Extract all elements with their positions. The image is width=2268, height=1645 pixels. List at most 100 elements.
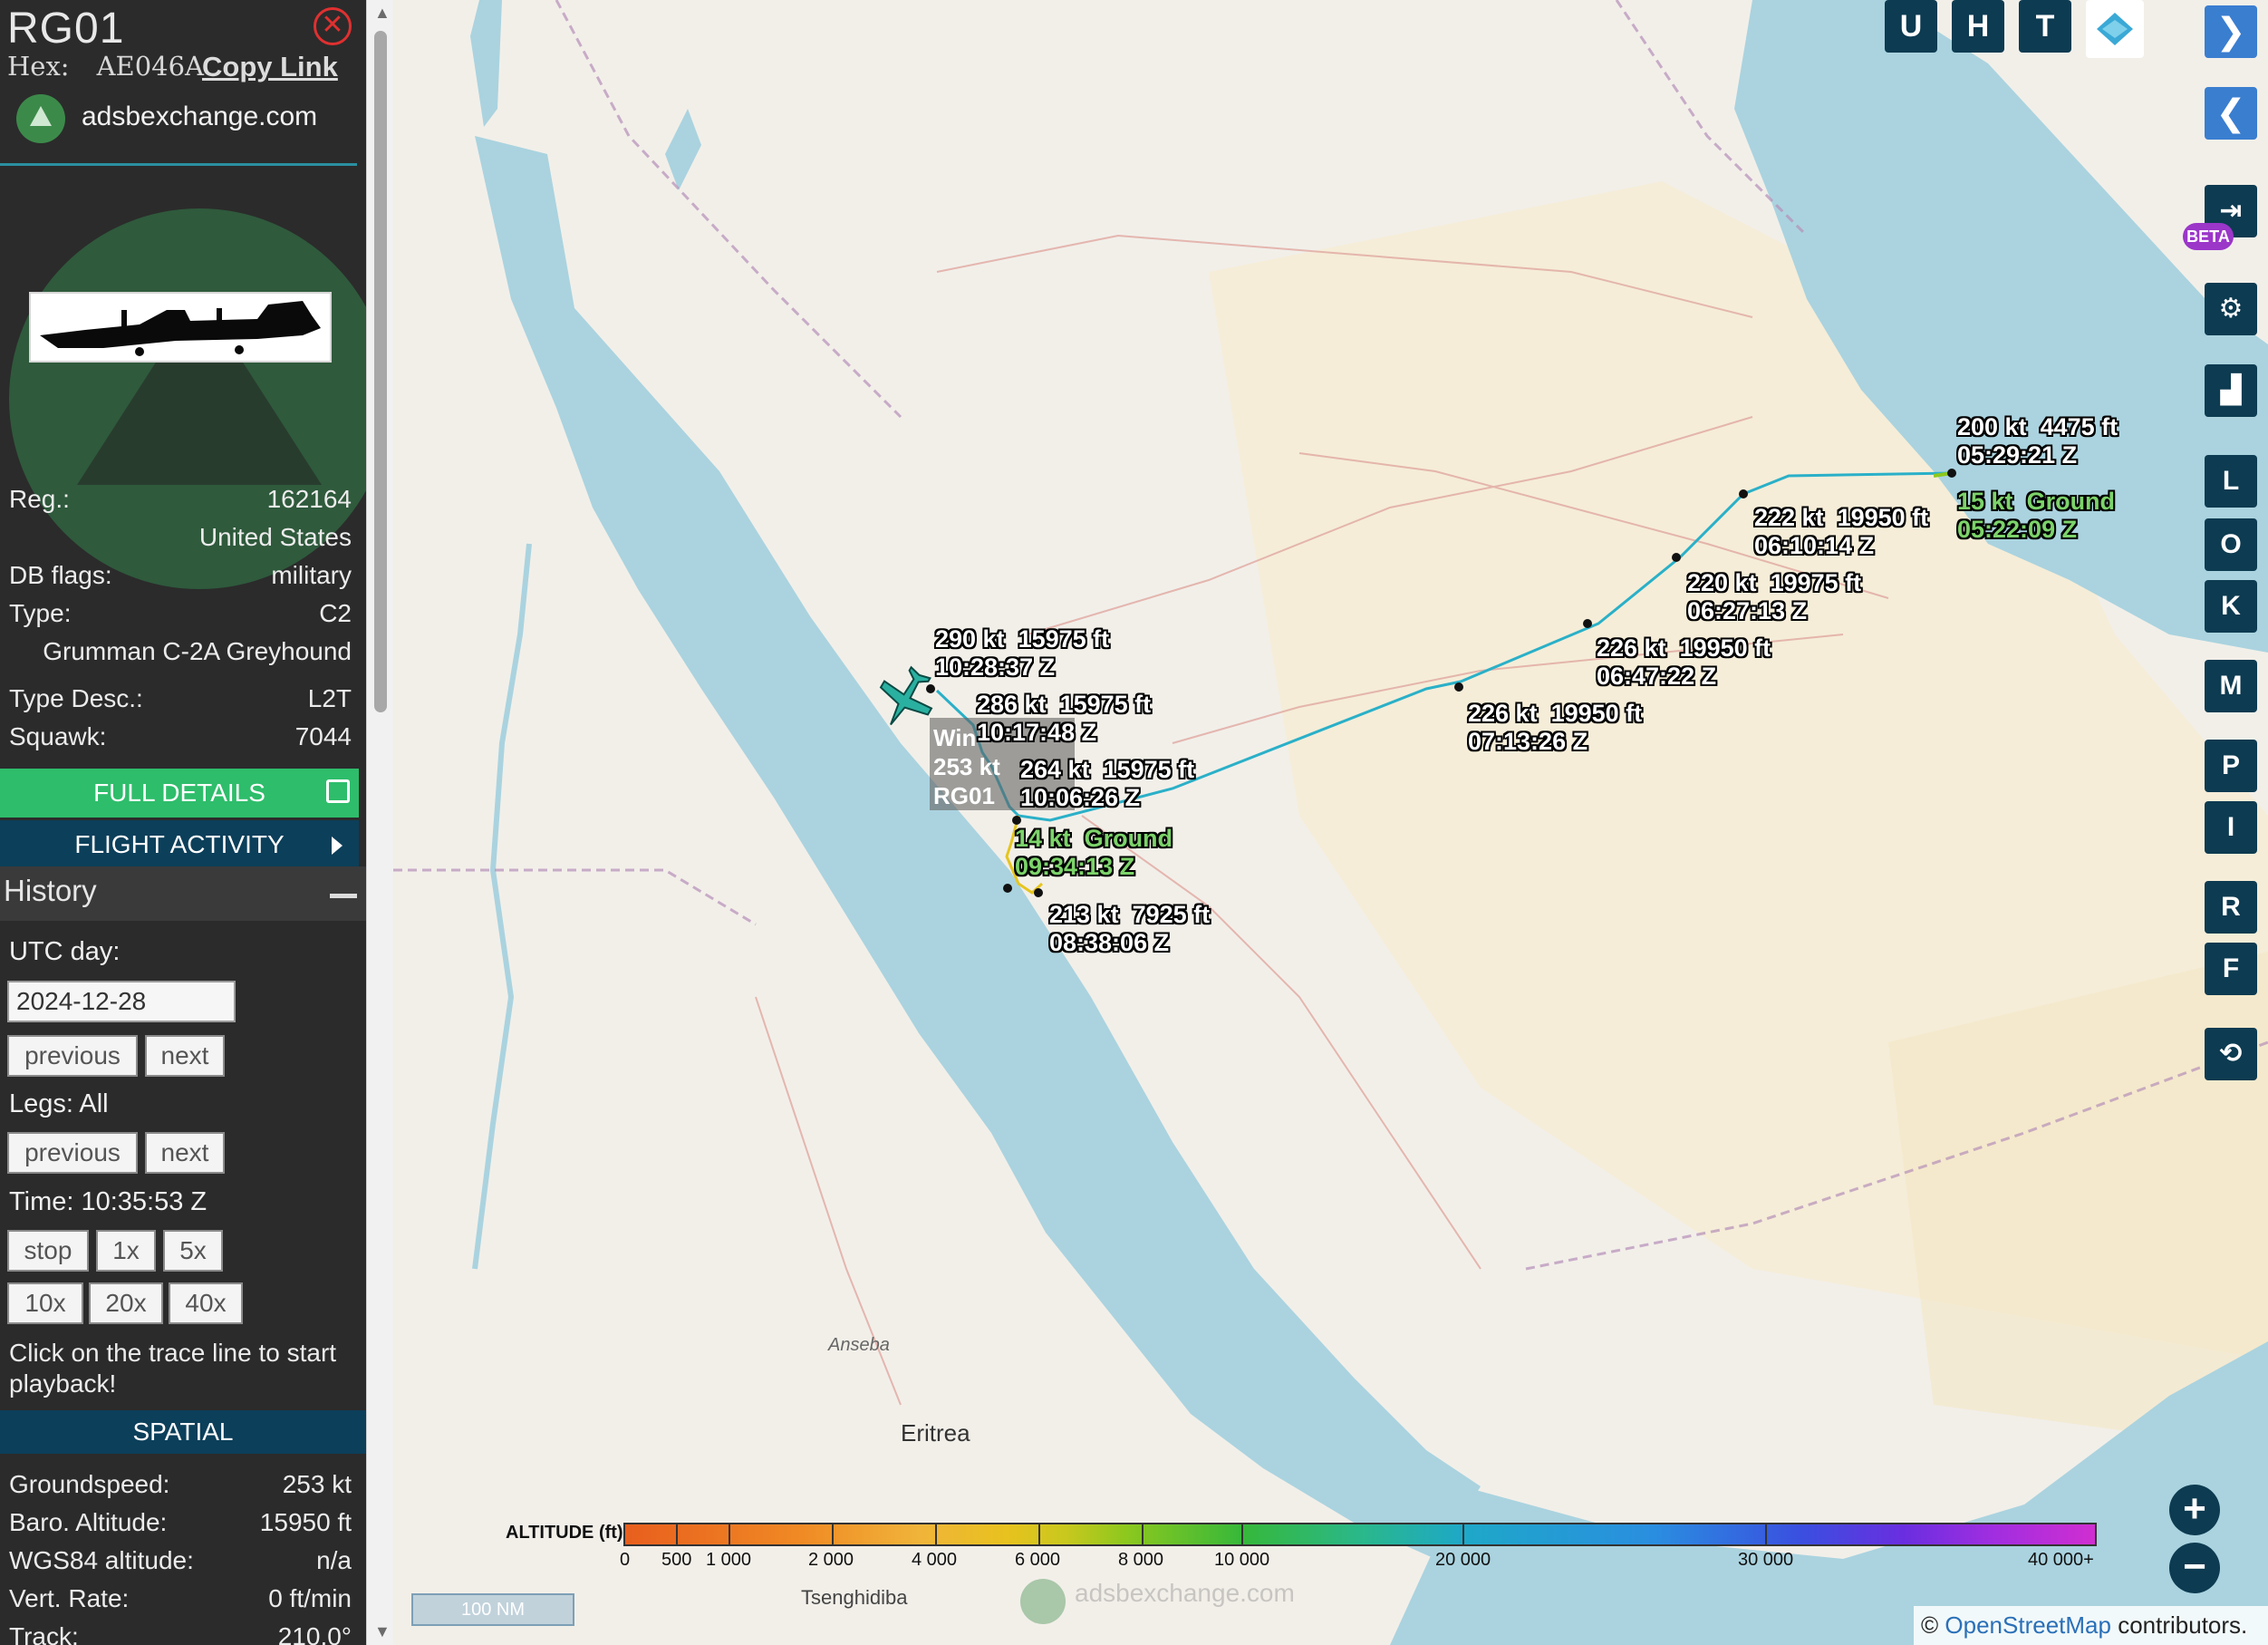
side-button-k[interactable]: K bbox=[2205, 580, 2257, 633]
openstreetmap-link[interactable]: OpenStreetMap bbox=[1945, 1611, 2111, 1639]
speed-1x-button[interactable]: 1x bbox=[96, 1230, 156, 1272]
side-button-l[interactable]: L bbox=[2205, 455, 2257, 508]
zoom-in-button[interactable]: + bbox=[2169, 1485, 2220, 1535]
type-label: Type: bbox=[9, 599, 72, 627]
scrollbar-thumb[interactable] bbox=[374, 31, 387, 712]
legend-tick bbox=[1038, 1523, 1040, 1546]
side-button-r[interactable]: R bbox=[2205, 881, 2257, 934]
expand-right-button[interactable]: ❯ bbox=[2205, 5, 2257, 58]
h-button[interactable]: H bbox=[1952, 0, 2004, 53]
full-details-label: FULL DETAILS bbox=[93, 779, 265, 807]
legend-label: 30 000 bbox=[1738, 1550, 1794, 1570]
baro-altitude-row: Baro. Altitude: 15950 ft bbox=[9, 1508, 352, 1537]
legend-label: 6 000 bbox=[1015, 1550, 1061, 1570]
track-value: 210.0° bbox=[277, 1622, 352, 1645]
divider bbox=[0, 163, 357, 166]
reg-value: 162164 bbox=[266, 485, 352, 513]
hex-value: AE046A bbox=[96, 51, 204, 82]
db-flags-row: DB flags: military bbox=[9, 561, 352, 590]
layers-button[interactable] bbox=[2086, 0, 2144, 58]
map-canvas[interactable]: Eritrea Anseba Tsenghidiba bbox=[393, 0, 2268, 1645]
legend-label: 2 000 bbox=[808, 1550, 854, 1570]
groundspeed-row: Groundspeed: 253 kt bbox=[9, 1470, 352, 1499]
legend-label: 500 bbox=[661, 1550, 692, 1570]
place-label-eritrea: Eritrea bbox=[901, 1419, 970, 1447]
legend-tick bbox=[1765, 1523, 1767, 1546]
callsign-title: RG01 bbox=[7, 5, 125, 53]
speed-10x-button[interactable]: 10x bbox=[7, 1282, 83, 1324]
ranking-button[interactable]: ▟ bbox=[2205, 364, 2257, 417]
replay-button[interactable]: ⟲ bbox=[2205, 1028, 2257, 1080]
legend-tick bbox=[1241, 1523, 1243, 1546]
altitude-legend-title: ALTITUDE (ft) bbox=[506, 1523, 623, 1543]
previous-leg-button[interactable]: previous bbox=[7, 1132, 138, 1174]
spatial-header[interactable]: SPATIAL bbox=[0, 1410, 366, 1454]
u-button[interactable]: U bbox=[1885, 0, 1937, 53]
t-button[interactable]: T bbox=[2019, 0, 2071, 53]
legend-label: 20 000 bbox=[1435, 1550, 1491, 1570]
side-button-p[interactable]: P bbox=[2205, 740, 2257, 792]
previous-day-button[interactable]: previous bbox=[7, 1035, 138, 1077]
reg-label: Reg.: bbox=[9, 485, 70, 513]
db-flags-label: DB flags: bbox=[9, 561, 112, 589]
legend-tick bbox=[729, 1523, 730, 1546]
flight-activity-button[interactable]: FLIGHT ACTIVITY bbox=[0, 820, 359, 869]
podium-icon: ▟ bbox=[2220, 375, 2242, 405]
history-header[interactable]: History bbox=[0, 866, 366, 921]
legend-label: 0 bbox=[620, 1550, 631, 1570]
flight-activity-label: FLIGHT ACTIVITY bbox=[74, 830, 285, 858]
squawk-label: Squawk: bbox=[9, 722, 107, 750]
scroll-down-icon[interactable]: ▼ bbox=[374, 1622, 391, 1641]
source-name[interactable]: adsbexchange.com bbox=[82, 102, 317, 132]
map-view[interactable]: Eritrea Anseba Tsenghidiba 200 kt 4475 f… bbox=[393, 0, 2268, 1645]
collapse-icon[interactable] bbox=[330, 894, 357, 898]
wgs84-altitude-row: WGS84 altitude: n/a bbox=[9, 1546, 352, 1575]
zoom-out-button[interactable]: − bbox=[2169, 1543, 2220, 1593]
watermark-logo-icon bbox=[1020, 1579, 1066, 1624]
minus-icon: − bbox=[2183, 1544, 2206, 1589]
baro-altitude-value: 15950 ft bbox=[259, 1508, 352, 1536]
wgs84-altitude-value: n/a bbox=[316, 1546, 352, 1574]
adsbexchange-logo-icon bbox=[16, 94, 65, 143]
side-button-f[interactable]: F bbox=[2205, 943, 2257, 995]
speed-40x-button[interactable]: 40x bbox=[169, 1282, 243, 1324]
legend-tick bbox=[832, 1523, 834, 1546]
full-details-button[interactable]: FULL DETAILS bbox=[0, 769, 359, 818]
callout-0838: 213 kt 7925 ft 08:38:06 Z bbox=[1049, 901, 1211, 956]
settings-button[interactable]: ⚙ bbox=[2205, 283, 2257, 335]
type-desc-label: Type Desc.: bbox=[9, 684, 143, 712]
speed-5x-button[interactable]: 5x bbox=[163, 1230, 223, 1272]
speed-20x-button[interactable]: 20x bbox=[89, 1282, 163, 1324]
utc-day-input[interactable]: 2024-12-28 bbox=[7, 981, 236, 1022]
history-title: History bbox=[4, 874, 97, 907]
callout-0610: 222 kt 19950 ft 06:10:14 Z bbox=[1754, 504, 1929, 559]
gear-icon: ⚙ bbox=[2218, 294, 2244, 324]
login-icon: ⇥ bbox=[2219, 196, 2243, 226]
next-day-button[interactable]: next bbox=[145, 1035, 225, 1077]
side-button-i[interactable]: I bbox=[2205, 801, 2257, 854]
legend-label: 1 000 bbox=[706, 1550, 752, 1570]
callout-0713: 226 kt 19950 ft 07:13:26 Z bbox=[1468, 700, 1643, 755]
scale-bar: 100 NM bbox=[411, 1593, 574, 1626]
legend-tick bbox=[935, 1523, 937, 1546]
vert-rate-value: 0 ft/min bbox=[268, 1584, 352, 1612]
side-button-o[interactable]: O bbox=[2205, 518, 2257, 571]
place-label-tsenghidiba: Tsenghidiba bbox=[801, 1586, 908, 1609]
type-desc-value: L2T bbox=[307, 684, 352, 712]
legend-label: 8 000 bbox=[1118, 1550, 1164, 1570]
legend-tick bbox=[1462, 1523, 1464, 1546]
chevron-right-icon: ❯ bbox=[2215, 12, 2246, 52]
scroll-up-icon[interactable]: ▲ bbox=[374, 4, 391, 23]
next-leg-button[interactable]: next bbox=[145, 1132, 225, 1174]
sidebar-scrollbar[interactable]: ▲ ▼ bbox=[366, 0, 393, 1645]
side-button-m[interactable]: M bbox=[2205, 660, 2257, 712]
reg-row: Reg.: 162164 bbox=[9, 485, 352, 514]
stop-button[interactable]: stop bbox=[7, 1230, 89, 1272]
callout-1028: 290 kt 15975 ft 10:28:37 Z bbox=[935, 625, 1110, 681]
aircraft-photo[interactable] bbox=[29, 292, 332, 363]
close-icon[interactable]: ✕ bbox=[314, 7, 352, 45]
collapse-left-button[interactable]: ❮ bbox=[2205, 87, 2257, 140]
copy-link[interactable]: Copy Link bbox=[202, 51, 338, 83]
db-flags-value: military bbox=[271, 561, 352, 589]
utc-day-label: UTC day: bbox=[9, 937, 121, 966]
